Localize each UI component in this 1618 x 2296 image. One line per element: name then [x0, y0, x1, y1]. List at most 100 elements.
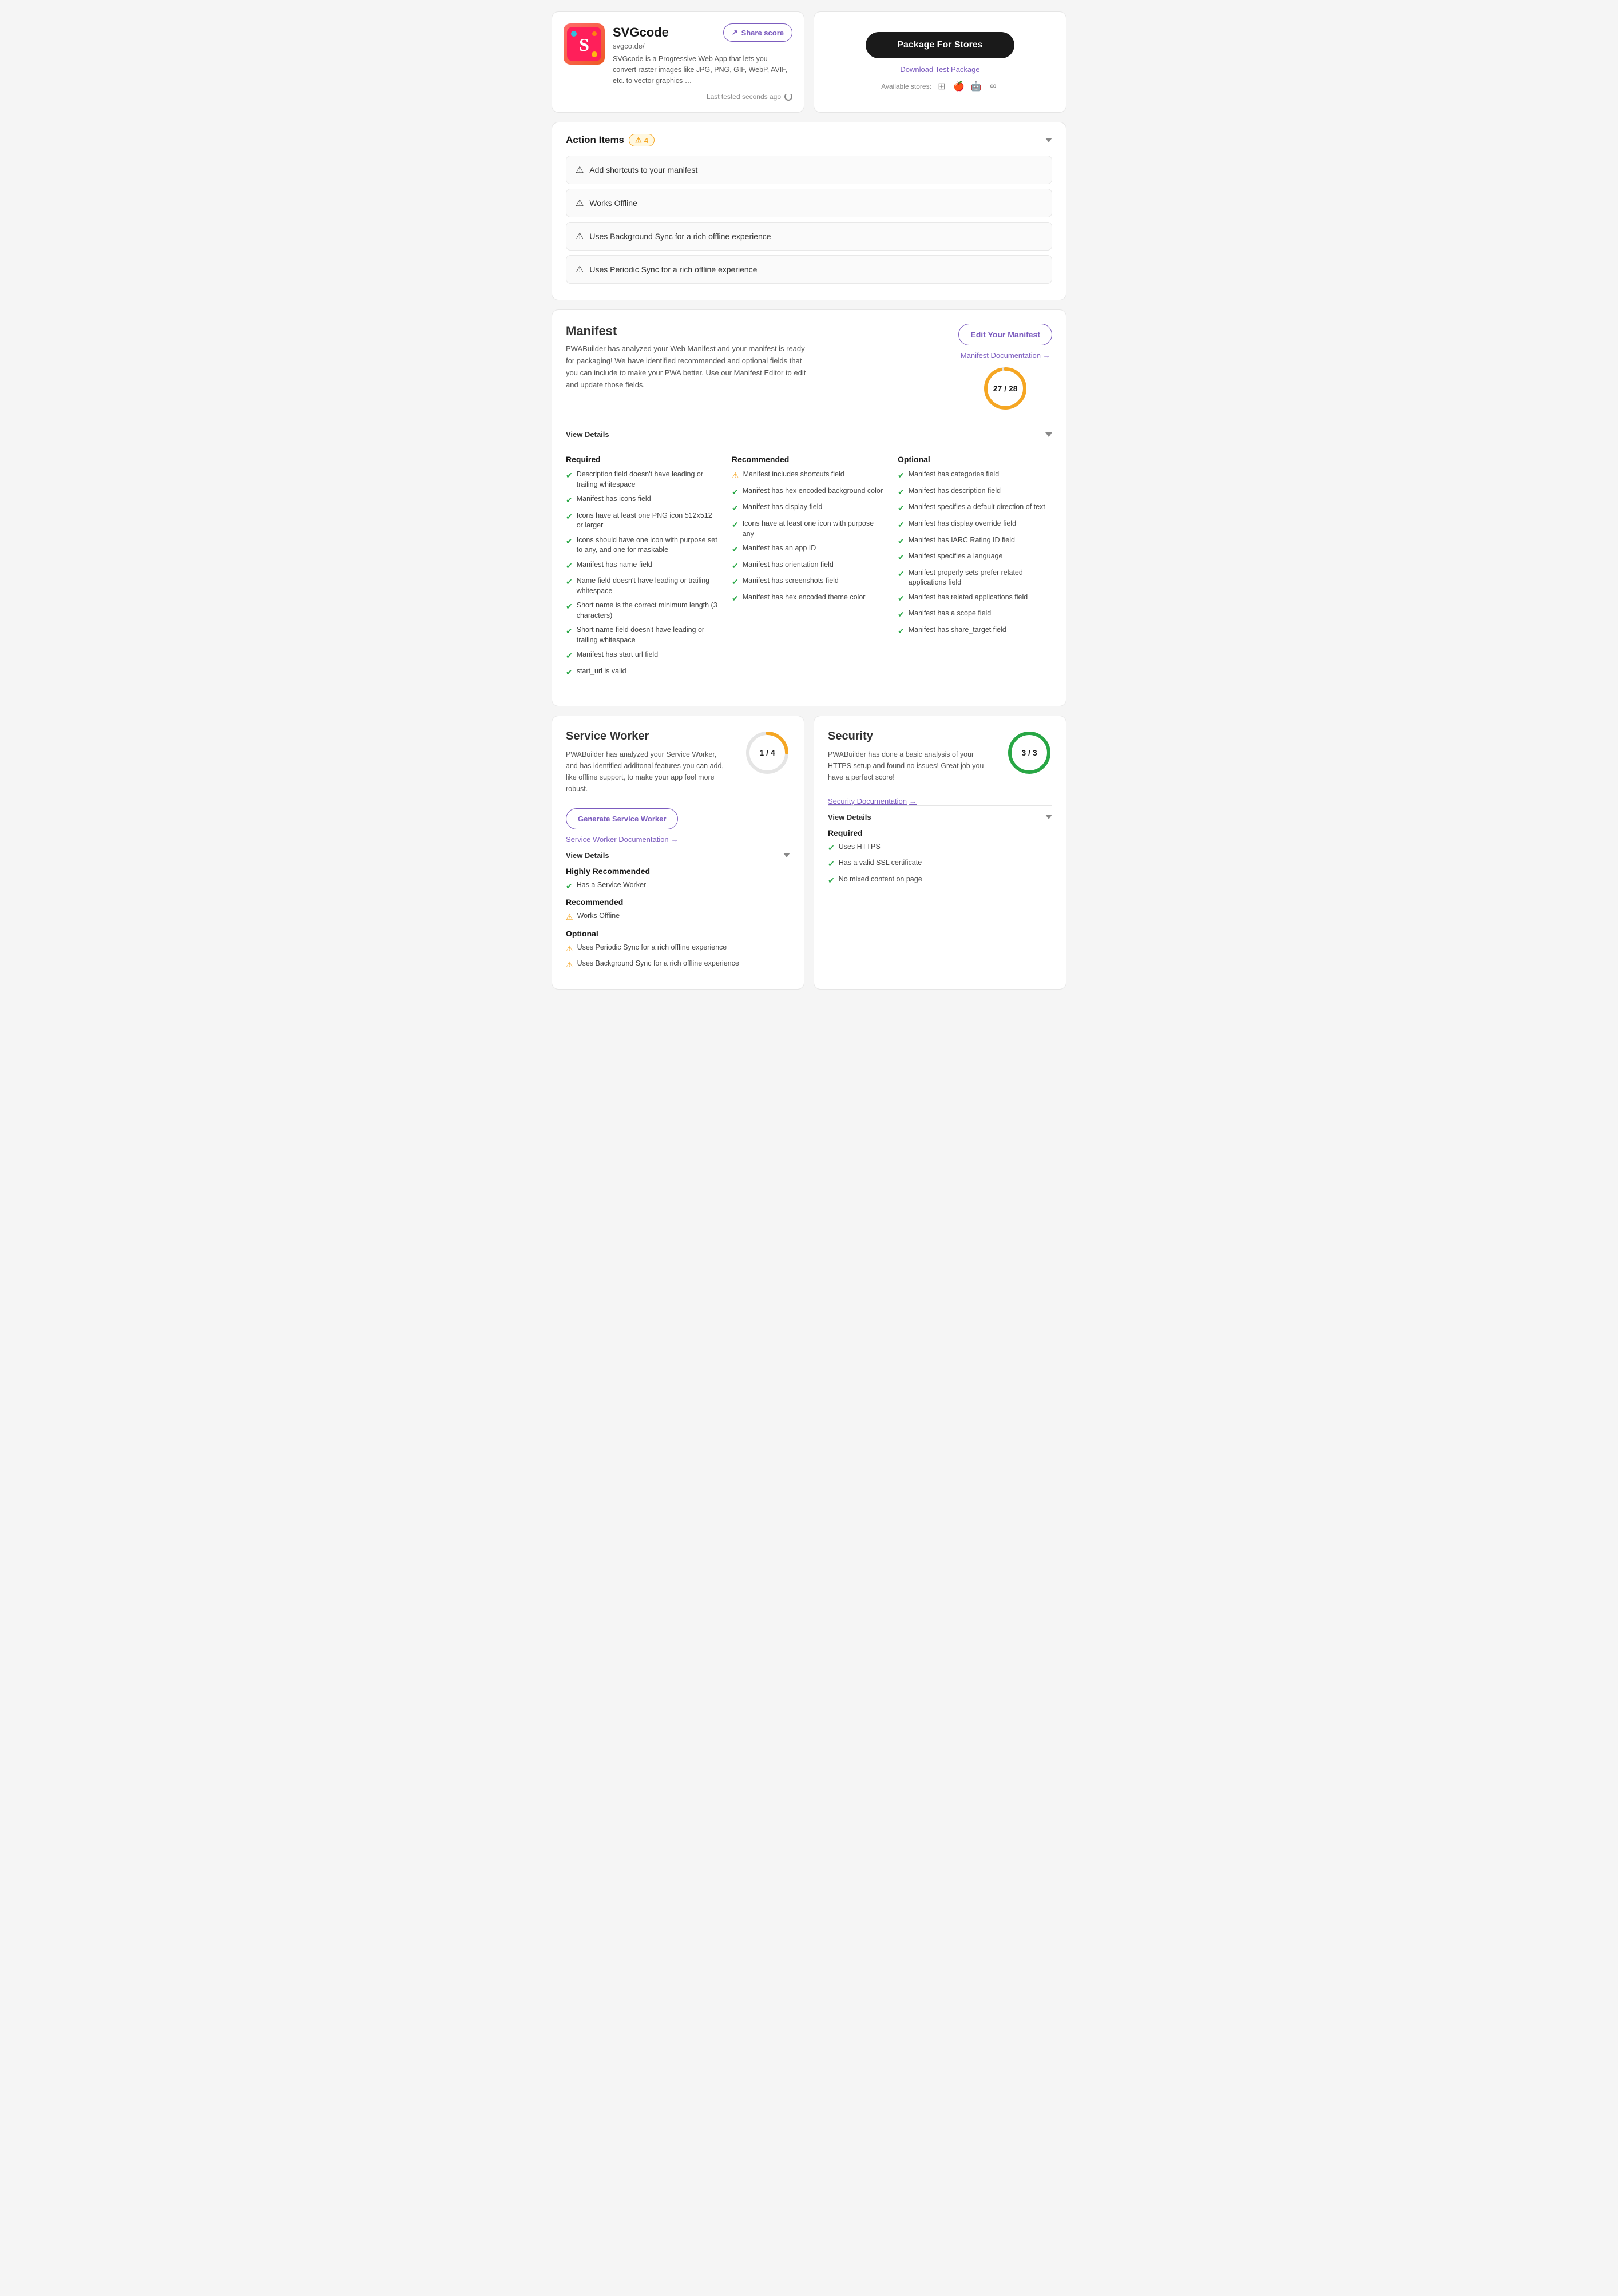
item-text: Manifest has start url field: [577, 650, 658, 660]
warn-icon: ⚠: [566, 959, 573, 971]
sec-req-title: Required: [828, 828, 1052, 837]
service-worker-documentation-link[interactable]: Service Worker Documentation →: [566, 835, 679, 844]
sw-view-details-chevron[interactable]: [783, 853, 790, 857]
check-icon: ✔: [566, 650, 573, 662]
check-icon: ✔: [898, 519, 905, 531]
manifest-recommended-col: Recommended ⚠Manifest includes shortcuts…: [732, 455, 886, 682]
item-text: Manifest has share_target field: [909, 625, 1006, 635]
item-text: Manifest specifies a language: [909, 551, 1003, 562]
check-icon: ✔: [566, 470, 573, 482]
action-item: ⚠Works Offline: [566, 189, 1052, 217]
sw-rec-title: Recommended: [566, 897, 790, 907]
available-label: Available stores:: [881, 82, 931, 90]
list-item: ✔ Manifest has categories field: [898, 470, 1052, 482]
item-text: Uses HTTPS: [839, 842, 881, 852]
list-item: ✔start_url is valid: [566, 666, 720, 678]
item-text: Uses Background Sync for a rich offline …: [577, 959, 739, 969]
list-item: ⚠Manifest includes shortcuts field: [732, 470, 886, 482]
app-url: svgco.de/: [613, 42, 792, 50]
manifest-recommended-title: Recommended: [732, 455, 886, 464]
check-icon: ✔: [566, 495, 573, 506]
item-text: Manifest has categories field: [909, 470, 999, 480]
sec-view-details-chevron[interactable]: [1045, 815, 1052, 819]
manifest-view-details-bar[interactable]: View Details: [566, 423, 1052, 446]
check-icon: ✔: [898, 487, 905, 498]
list-item: ✔Manifest specifies a default direction …: [898, 502, 1052, 514]
sw-doc-link-text: Service Worker Documentation: [566, 835, 669, 844]
manifest-left: Manifest PWABuilder has analyzed your We…: [566, 324, 806, 391]
edit-manifest-button[interactable]: Edit Your Manifest: [958, 324, 1052, 345]
page-wrapper: S SVGcode ↗ Share score svgco.de/: [552, 11, 1066, 990]
manifest-description: PWABuilder has analyzed your Web Manifes…: [566, 343, 806, 391]
check-icon: ✔: [566, 536, 573, 547]
list-item: ✔Manifest has IARC Rating ID field: [898, 535, 1052, 547]
sec-title: Security: [828, 730, 988, 743]
sec-arrow-icon: →: [909, 797, 917, 805]
sw-view-details-bar[interactable]: View Details: [566, 844, 790, 867]
app-logo: S: [564, 23, 605, 65]
list-item: ✔Manifest has a scope field: [898, 609, 1052, 621]
check-icon: ✔: [732, 561, 739, 572]
action-item-text: Works Offline: [589, 198, 637, 208]
sec-req-items: ✔Uses HTTPS✔Has a valid SSL certificate✔…: [828, 842, 1052, 887]
list-item: ✔Manifest specifies a language: [898, 551, 1052, 563]
sw-hr-items: ✔Has a Service Worker: [566, 880, 790, 892]
share-btn-label: Share score: [741, 29, 784, 37]
list-item: ⚠ Uses Background Sync for a rich offline…: [566, 959, 790, 971]
download-test-package-link[interactable]: Download Test Package: [900, 65, 979, 74]
top-section: S SVGcode ↗ Share score svgco.de/: [552, 11, 1066, 113]
manifest-documentation-link[interactable]: Manifest Documentation →: [961, 351, 1050, 360]
item-text: Manifest has hex encoded background colo…: [743, 486, 883, 496]
item-text: Manifest has hex encoded theme color: [743, 593, 866, 603]
package-for-stores-button[interactable]: Package For Stores: [866, 32, 1014, 58]
manifest-doc-link-text: Manifest Documentation: [961, 351, 1041, 360]
item-text: Icons have at least one icon with purpos…: [743, 519, 886, 539]
list-item: ✔ Manifest has display override field: [898, 519, 1052, 531]
refresh-icon[interactable]: [784, 93, 792, 101]
manifest-required-items: ✔Description field doesn't have leading …: [566, 470, 720, 678]
sec-required: Required ✔Uses HTTPS✔Has a valid SSL cer…: [828, 828, 1052, 887]
svg-text:S: S: [579, 34, 589, 55]
sw-opt-items: ⚠ Uses Periodic Sync for a rich offline e…: [566, 943, 790, 971]
list-item: ✔Uses HTTPS: [828, 842, 1052, 854]
item-text: Works Offline: [577, 911, 620, 921]
security-documentation-link[interactable]: Security Documentation →: [828, 797, 917, 805]
list-item: ✔Manifest has icons field: [566, 494, 720, 506]
check-icon: ✔: [898, 609, 905, 621]
arrow-right-icon: →: [1043, 351, 1050, 360]
item-text: Manifest has orientation field: [743, 560, 834, 570]
check-icon: ✔: [566, 601, 573, 613]
share-button[interactable]: ↗ Share score: [723, 23, 792, 42]
item-text: Has a Service Worker: [577, 880, 646, 891]
list-item: ✔Has a Service Worker: [566, 880, 790, 892]
item-text: Name field doesn't have leading or trail…: [577, 576, 720, 596]
generate-service-worker-button[interactable]: Generate Service Worker: [566, 808, 678, 829]
action-item-text: Uses Periodic Sync for a rich offline ex…: [589, 265, 757, 274]
action-item: ⚠ Add shortcuts to your manifest: [566, 156, 1052, 184]
meta-store-icon: ∞: [988, 81, 999, 92]
check-icon: ✔: [898, 470, 905, 482]
badge-warn-icon: ⚠: [635, 136, 642, 145]
check-icon: ✔: [566, 626, 573, 637]
sec-doc-link-text: Security Documentation: [828, 797, 907, 805]
item-text: Uses Periodic Sync for a rich offline ex…: [577, 943, 727, 953]
list-item: ✔ Manifest has orientation field: [732, 560, 886, 572]
check-icon: ✔: [898, 593, 905, 605]
sw-score-text: 1 / 4: [759, 748, 775, 757]
check-icon: ✔: [566, 667, 573, 678]
sw-desc: PWABuilder has analyzed your Service Wor…: [566, 749, 726, 795]
manifest-view-details-chevron[interactable]: [1045, 432, 1052, 437]
item-text: Manifest has display override field: [909, 519, 1016, 529]
sec-view-details-bar[interactable]: View Details: [828, 805, 1052, 828]
action-items-collapse-chevron[interactable]: [1045, 138, 1052, 142]
list-item: ✔Manifest has display field: [732, 502, 886, 514]
service-worker-card: Service Worker PWABuilder has analyzed y…: [552, 716, 804, 990]
item-text: Short name is the correct minimum length…: [577, 601, 720, 621]
action-item-text: Add shortcuts to your manifest: [589, 165, 697, 174]
action-warn-icon: ⚠: [576, 164, 584, 176]
warn-icon: ⚠: [566, 912, 573, 923]
manifest-optional-col: Optional ✔Manifest has categories field✔…: [898, 455, 1052, 682]
check-icon: ✔: [898, 503, 905, 514]
manifest-title: Manifest: [566, 324, 806, 339]
item-text: Manifest has an app ID: [743, 543, 816, 554]
